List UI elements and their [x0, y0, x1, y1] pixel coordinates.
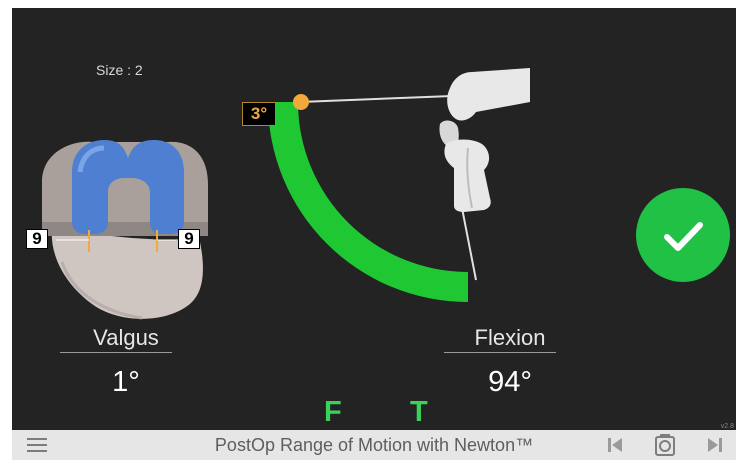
tibia-axis-line [461, 207, 477, 281]
flexion-arc [268, 102, 468, 302]
checkmark-icon [664, 222, 703, 251]
bottom-bar: PostOp Range of Motion with Newton™ [12, 430, 736, 460]
femur-bone [447, 68, 530, 121]
previous-button[interactable] [600, 430, 630, 460]
angle-pointer [293, 94, 309, 110]
flexion-value: 94° [488, 366, 532, 398]
flexion-divider [444, 352, 556, 353]
extension-angle-badge: 3° [242, 102, 276, 126]
menu-button[interactable] [22, 430, 52, 460]
implant-size-label: Size : 2 [96, 62, 143, 78]
lateral-gap-value: 9 [178, 229, 200, 249]
valgus-label: Valgus [93, 325, 159, 350]
medial-gap-value: 9 [26, 229, 48, 249]
main-screen: Size : 2 9 9 3° Valgus 1° Flexion 94° F … [12, 8, 736, 430]
version-label: v2.8 [720, 423, 734, 430]
camera-icon [655, 434, 675, 456]
hamburger-menu-icon [27, 438, 47, 452]
femur-marker: F [324, 396, 342, 428]
next-button[interactable] [700, 430, 730, 460]
extension-line [299, 95, 453, 103]
camera-button[interactable] [650, 430, 680, 460]
range-of-motion-graphic [268, 68, 530, 302]
flexion-label: Flexion [474, 325, 546, 350]
confirm-button[interactable] [636, 188, 730, 282]
knee-implant-illustration [42, 140, 208, 320]
skip-previous-icon [608, 438, 622, 452]
valgus-value: 1° [112, 366, 140, 398]
tibia-marker: T [410, 396, 428, 428]
valgus-divider [60, 352, 172, 353]
skip-next-icon [708, 438, 722, 452]
